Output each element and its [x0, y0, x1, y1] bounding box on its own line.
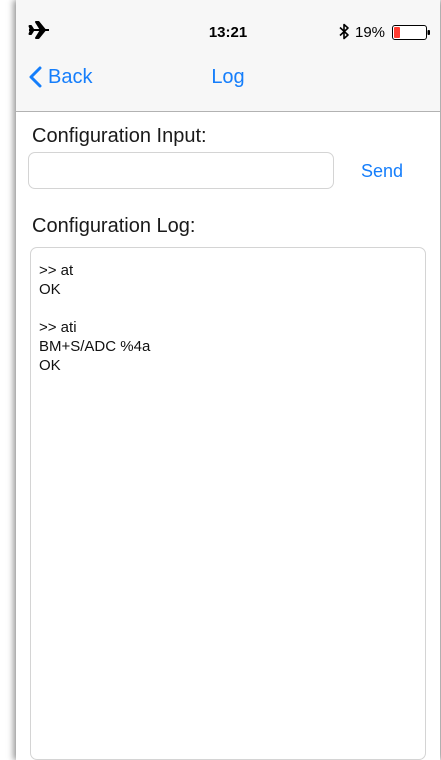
log-line: OK: [39, 357, 61, 374]
battery-icon: [392, 25, 430, 40]
log-line: >> at: [39, 262, 74, 279]
status-bar: 13:21 19%: [16, 0, 440, 50]
phone-screen: 13:21 19% Back Log Configuration Input: …: [16, 0, 440, 760]
send-button[interactable]: Send: [361, 161, 403, 182]
configuration-log[interactable]: >> at OK >> ati BM+S/ADC %4a OK: [30, 247, 426, 760]
page-title: Log: [211, 66, 245, 88]
configuration-input-label: Configuration Input:: [32, 125, 207, 147]
log-line: >> ati: [39, 319, 77, 336]
configuration-input-field[interactable]: [28, 152, 334, 189]
configuration-log-label: Configuration Log:: [32, 215, 196, 237]
navigation-bar: Back Log: [16, 50, 440, 110]
top-bar: 13:21 19% Back Log: [16, 0, 440, 112]
battery-percent: 19%: [355, 24, 386, 41]
log-line: BM+S/ADC %4a: [39, 338, 151, 355]
log-line: OK: [39, 281, 61, 298]
app-frame: 13:21 19% Back Log Configuration Input: …: [0, 0, 441, 760]
bluetooth-icon: [339, 23, 349, 40]
battery-level-fill: [394, 27, 400, 38]
